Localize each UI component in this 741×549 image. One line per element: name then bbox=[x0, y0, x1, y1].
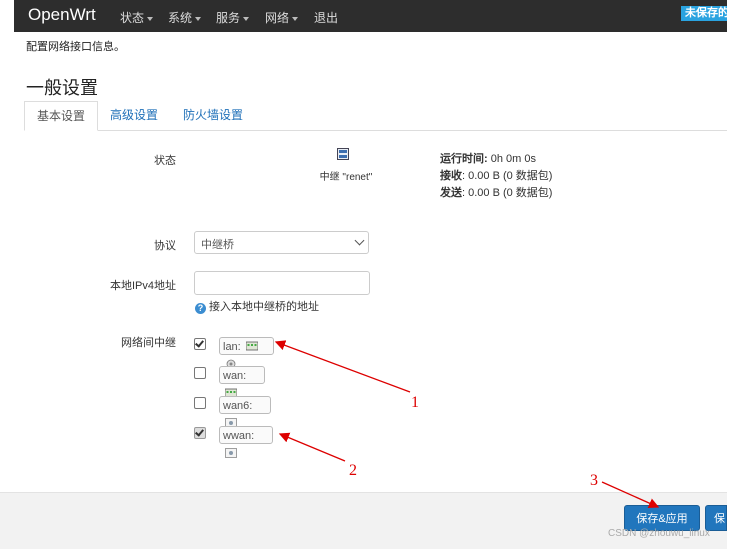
annotation-arrows bbox=[274, 340, 660, 509]
annotation-label-3: 3 bbox=[590, 472, 598, 489]
annotation-arrow-1 bbox=[274, 340, 411, 393]
annotation-arrow-2 bbox=[278, 432, 346, 462]
annotation-arrow-3 bbox=[601, 481, 660, 509]
annotation-label-1: 1 bbox=[411, 394, 419, 411]
annotation-label-2: 2 bbox=[349, 462, 357, 479]
